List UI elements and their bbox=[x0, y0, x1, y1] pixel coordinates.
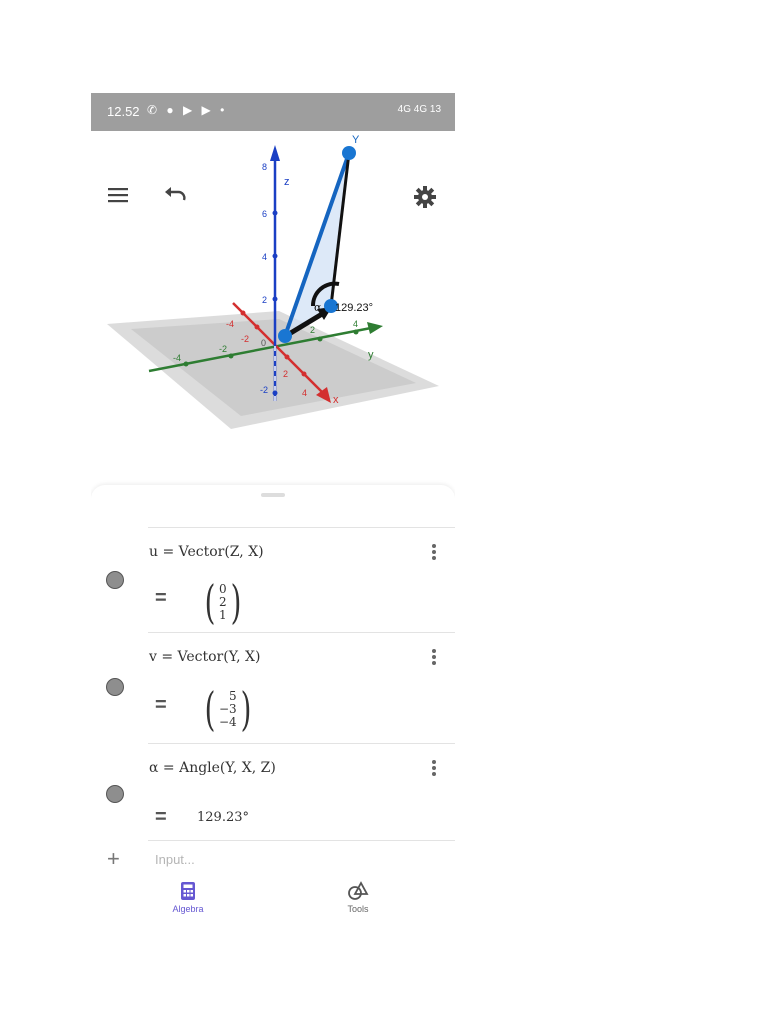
vector-u-value: ( 021 ) bbox=[204, 575, 241, 629]
angle-name-label: α bbox=[314, 301, 322, 314]
y-tick-label: -4 bbox=[173, 353, 181, 363]
row-divider bbox=[148, 527, 455, 528]
tab-algebra-label: Algebra bbox=[172, 904, 204, 914]
z-tick bbox=[272, 253, 278, 259]
app-window: 12.52 ✆ ● ▶ ▶ • 4G 4G 13 z y x 0 8 6 4 2… bbox=[91, 93, 455, 928]
x-tick-label: -2 bbox=[241, 334, 249, 344]
y-tick bbox=[183, 361, 189, 367]
x-tick-label: -4 bbox=[226, 319, 234, 329]
component: −3 bbox=[218, 701, 237, 716]
z-tick bbox=[272, 390, 278, 396]
component: 5 bbox=[229, 688, 237, 703]
signal-battery-indicators: 4G 4G 13 bbox=[397, 104, 441, 115]
tab-algebra[interactable]: Algebra bbox=[158, 881, 218, 914]
component: −4 bbox=[218, 714, 237, 729]
more-options-icon[interactable] bbox=[431, 649, 437, 669]
undo-icon[interactable] bbox=[163, 186, 189, 212]
y-tick-label: 4 bbox=[353, 319, 358, 329]
visibility-toggle[interactable] bbox=[106, 785, 124, 803]
component: 1 bbox=[218, 607, 227, 622]
row-divider bbox=[148, 840, 455, 841]
tools-shapes-icon bbox=[348, 881, 369, 900]
more-options-icon[interactable] bbox=[431, 544, 437, 564]
visibility-toggle[interactable] bbox=[106, 571, 124, 589]
x-tick bbox=[240, 310, 246, 316]
angle-value: 129.23° bbox=[197, 810, 249, 825]
component: 0 bbox=[218, 581, 227, 596]
point-y[interactable] bbox=[342, 146, 356, 160]
component: 2 bbox=[218, 594, 227, 609]
angle-value-label: 129.23° bbox=[335, 302, 373, 314]
definition-u[interactable]: u = Vector(Z, X) bbox=[149, 544, 264, 560]
y-tick bbox=[317, 336, 323, 342]
hamburger-menu-icon[interactable] bbox=[107, 186, 133, 212]
notification-icons: ✆ ● ▶ ▶ • bbox=[147, 103, 228, 117]
drag-handle[interactable] bbox=[261, 493, 285, 497]
status-time: 12.52 bbox=[107, 104, 140, 119]
point-y-label: Y bbox=[352, 134, 360, 146]
z-tick-label: -2 bbox=[260, 385, 268, 395]
equals-sign: = bbox=[155, 694, 167, 716]
z-tick-label: 6 bbox=[262, 209, 267, 219]
z-tick bbox=[272, 296, 278, 302]
add-icon[interactable]: + bbox=[107, 846, 120, 872]
graphics-3d-view[interactable]: z y x 0 8 6 4 2 -2 -4 -2 2 4 -4 -2 2 4 Y… bbox=[91, 131, 455, 486]
z-tick-label: 4 bbox=[262, 252, 267, 262]
x-tick-label: 4 bbox=[302, 388, 307, 398]
more-options-icon[interactable] bbox=[431, 760, 437, 780]
tab-tools-label: Tools bbox=[347, 904, 369, 914]
y-tick bbox=[228, 353, 234, 359]
y-tick-label: -2 bbox=[219, 344, 227, 354]
calculator-icon bbox=[181, 882, 195, 900]
z-axis-label: z bbox=[284, 176, 290, 188]
z-tick-label: 2 bbox=[262, 295, 267, 305]
algebra-row-alpha[interactable]: α = Angle(Y, X, Z) = 129.23° bbox=[91, 743, 455, 841]
algebra-row-u[interactable]: u = Vector(Z, X) = ( 021 ) bbox=[91, 527, 455, 632]
equals-sign: = bbox=[155, 806, 167, 828]
algebra-input[interactable]: Input... bbox=[155, 852, 195, 867]
algebra-row-v[interactable]: v = Vector(Y, X) = ( 5 −3 −4 ) bbox=[91, 632, 455, 743]
x-tick bbox=[284, 354, 290, 360]
definition-alpha[interactable]: α = Angle(Y, X, Z) bbox=[149, 760, 276, 776]
bottom-navigation: Algebra Tools bbox=[91, 875, 455, 928]
x-tick bbox=[254, 324, 260, 330]
y-axis-label: y bbox=[368, 349, 374, 361]
row-divider bbox=[148, 743, 455, 744]
algebra-panel: u = Vector(Z, X) = ( 021 ) v = Vector(Y,… bbox=[91, 485, 455, 880]
origin-label: 0 bbox=[261, 338, 266, 348]
y-axis-arrow bbox=[367, 322, 383, 334]
z-tick-label: 8 bbox=[262, 162, 267, 172]
x-axis-label: x bbox=[333, 394, 339, 406]
tab-tools[interactable]: Tools bbox=[328, 881, 388, 914]
z-tick bbox=[272, 210, 278, 216]
row-divider bbox=[148, 632, 455, 633]
y-tick-label: 2 bbox=[310, 325, 315, 335]
gear-icon[interactable] bbox=[413, 185, 439, 211]
visibility-toggle[interactable] bbox=[106, 678, 124, 696]
definition-v[interactable]: v = Vector(Y, X) bbox=[149, 649, 260, 665]
x-tick-label: 2 bbox=[283, 369, 288, 379]
x-tick bbox=[301, 371, 307, 377]
status-bar: 12.52 ✆ ● ▶ ▶ • 4G 4G 13 bbox=[91, 93, 455, 131]
z-axis-arrow bbox=[270, 145, 280, 161]
graphics-canvas[interactable]: z y x 0 8 6 4 2 -2 -4 -2 2 4 -4 -2 2 4 Y… bbox=[91, 131, 455, 486]
y-tick bbox=[353, 329, 359, 335]
input-row[interactable]: + Input... bbox=[91, 840, 455, 880]
equals-sign: = bbox=[155, 587, 167, 609]
vector-v-value: ( 5 −3 −4 ) bbox=[204, 682, 252, 736]
point-x[interactable] bbox=[278, 329, 292, 343]
